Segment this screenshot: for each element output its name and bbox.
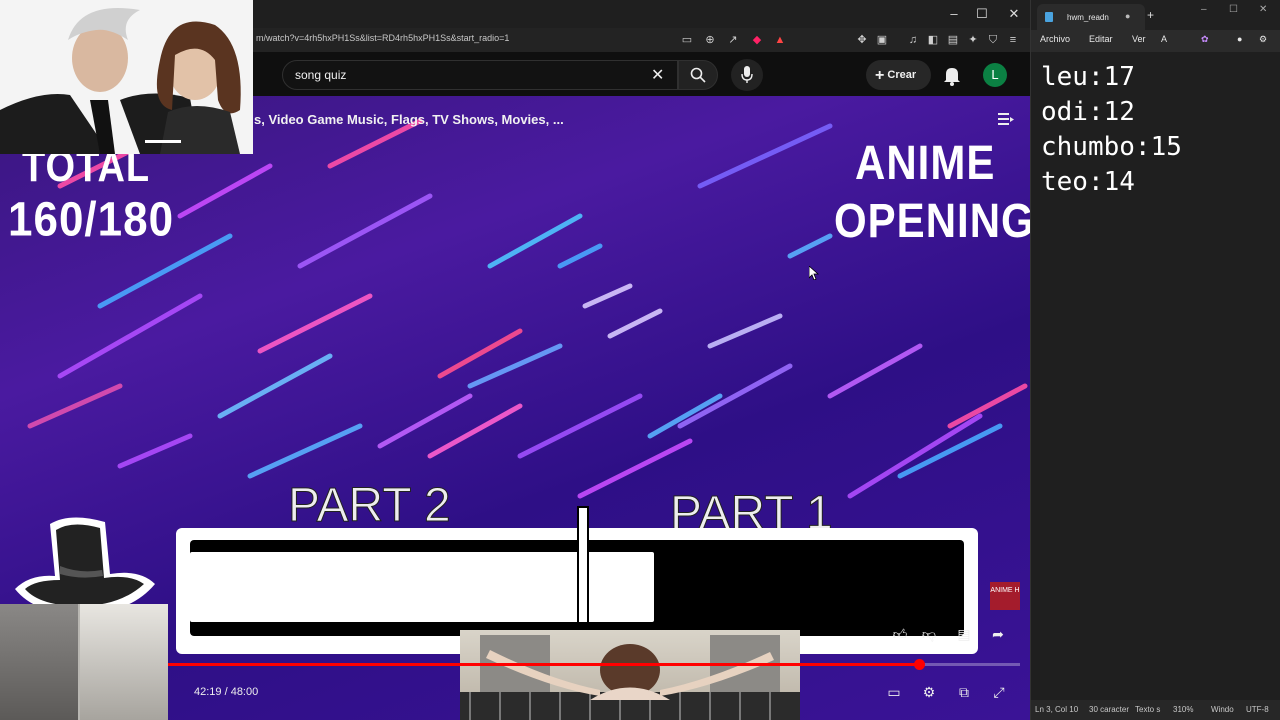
notepad-menu-bar: Archivo Editar Ver A ✿ ● ⚙: [1031, 30, 1280, 52]
extensions-icon[interactable]: ✥: [855, 33, 869, 47]
notepad-tab[interactable]: hwm_readn ●: [1037, 4, 1145, 30]
video-timeline[interactable]: [168, 659, 1020, 670]
notepad-tab-title: hwm_readn: [1067, 13, 1109, 22]
create-label: Crear: [887, 69, 917, 81]
text-format: Texto s: [1135, 705, 1161, 714]
account-avatar[interactable]: L: [983, 63, 1007, 87]
text-line[interactable]: odi:12: [1041, 95, 1182, 130]
portrait-photo: [0, 0, 253, 154]
balcony-photo: [460, 635, 800, 720]
mouse-cursor-icon: [809, 266, 819, 280]
menu-icon[interactable]: ≡: [1006, 33, 1020, 47]
like-icon[interactable]: 👍︎: [890, 624, 910, 644]
microphone-icon: [741, 66, 753, 83]
media-icon[interactable]: ♫: [906, 33, 920, 47]
search-button[interactable]: [678, 60, 718, 90]
new-tab-icon[interactable]: +: [1147, 8, 1154, 22]
brave-shield-icon[interactable]: ◆: [750, 33, 764, 47]
notepad-window: hwm_readn ● + – ☐ ✕ Archivo Editar Ver A…: [1030, 0, 1280, 720]
leo-ai-icon[interactable]: ✦: [966, 33, 980, 47]
maximize-button[interactable]: ☐: [968, 4, 996, 24]
balcony-photo-overlay: [460, 630, 800, 720]
search-icon: [690, 67, 706, 83]
share-arrow-icon[interactable]: ➦: [988, 624, 1008, 644]
copilot-icon[interactable]: ✿: [1201, 34, 1209, 45]
line-ending: Windo: [1211, 705, 1234, 714]
notepad-titlebar: hwm_readn ● + – ☐ ✕: [1031, 0, 1280, 30]
menu-ver[interactable]: Ver: [1132, 34, 1146, 44]
account-icon[interactable]: ●: [1237, 34, 1242, 44]
np-settings-icon[interactable]: ⚙: [1259, 34, 1267, 45]
font-format-icon[interactable]: A: [1161, 34, 1167, 44]
url-text[interactable]: m/watch?v=4rh5hxPH1Ss&list=RD4rh5hxPH1Ss…: [256, 33, 509, 43]
screenshot-icon[interactable]: ▣: [875, 33, 889, 47]
voice-search-button[interactable]: [731, 59, 763, 91]
text-line[interactable]: teo:14: [1041, 165, 1182, 200]
browser-window: – ☐ ✕ m/watch?v=4rh5hxPH1Ss&list=RD4rh5h…: [0, 0, 1030, 720]
text-line[interactable]: leu:17: [1041, 60, 1182, 95]
menu-editar[interactable]: Editar: [1089, 34, 1113, 44]
playlist-menu-icon[interactable]: [998, 112, 1014, 126]
playlist-title[interactable]: s, Video Game Music, Flags, TV Shows, Mo…: [254, 112, 564, 127]
cursor-position: Ln 3, Col 10: [1035, 705, 1079, 714]
notifications-bell-icon[interactable]: [940, 63, 964, 87]
notepad-status-bar: Ln 3, Col 10 30 caracter Texto s 310% Wi…: [1031, 700, 1280, 720]
timeline-played: [168, 663, 919, 666]
fullscreen-icon[interactable]: ⤢: [989, 682, 1009, 702]
close-button[interactable]: ✕: [1000, 4, 1028, 24]
np-maximize-button[interactable]: ☐: [1229, 4, 1238, 15]
unsaved-dot-icon[interactable]: ●: [1125, 11, 1130, 21]
genre-title-line1: ANIME: [855, 135, 996, 190]
webcam-overlay: [0, 604, 168, 720]
miniplayer-icon[interactable]: ⧉: [954, 682, 974, 702]
channel-watermark: ANIME H: [990, 582, 1020, 610]
plus-icon: +: [875, 67, 885, 84]
video-player[interactable]: s, Video Game Music, Flags, TV Shows, Mo…: [0, 96, 1030, 720]
zoom-icon[interactable]: ⊕: [703, 33, 717, 47]
dislike-icon[interactable]: 👎︎: [919, 624, 939, 644]
comments-icon[interactable]: ▤: [954, 624, 974, 644]
notepad-editor[interactable]: leu:17 odi:12 chumbo:15 teo:14: [1041, 60, 1182, 200]
close-icon[interactable]: ✕: [651, 65, 664, 85]
cast-icon[interactable]: ▭: [680, 33, 694, 47]
zoom-level: 310%: [1173, 705, 1194, 714]
menu-archivo[interactable]: Archivo: [1040, 34, 1070, 44]
search-box[interactable]: song quiz ✕: [282, 60, 678, 90]
score-value: 160/180: [8, 192, 175, 247]
char-count: 30 caracter: [1089, 705, 1130, 714]
text-line[interactable]: chumbo:15: [1041, 130, 1182, 165]
create-button[interactable]: + Crear: [866, 60, 931, 90]
np-minimize-button[interactable]: –: [1201, 4, 1207, 15]
settings-gear-icon[interactable]: ⚙: [919, 682, 939, 702]
wallet-icon[interactable]: ▤: [946, 33, 960, 47]
progress-divider: [577, 506, 589, 624]
part-left-label: PART 2: [288, 479, 452, 533]
timeline-scrubber[interactable]: [914, 659, 925, 670]
portrait-photo-overlay: [0, 0, 253, 154]
time-readout: 42:19 / 48:00: [194, 686, 259, 698]
search-input[interactable]: song quiz: [295, 68, 346, 82]
subtitles-icon[interactable]: ▭: [884, 682, 904, 702]
share-icon[interactable]: ↗: [726, 33, 740, 47]
notepad-file-icon: [1045, 12, 1053, 22]
genre-title-line2: OPENING: [834, 193, 1030, 248]
sidebar-icon[interactable]: ◧: [926, 33, 940, 47]
webcam-feed-left: [0, 604, 78, 720]
webcam-feed-right: [80, 604, 168, 720]
vpn-icon[interactable]: ⛉: [986, 33, 1000, 47]
minimize-button[interactable]: –: [940, 4, 968, 24]
rewards-icon[interactable]: ▲: [773, 33, 787, 47]
encoding: UTF-8: [1246, 705, 1269, 714]
np-close-button[interactable]: ✕: [1259, 4, 1267, 15]
